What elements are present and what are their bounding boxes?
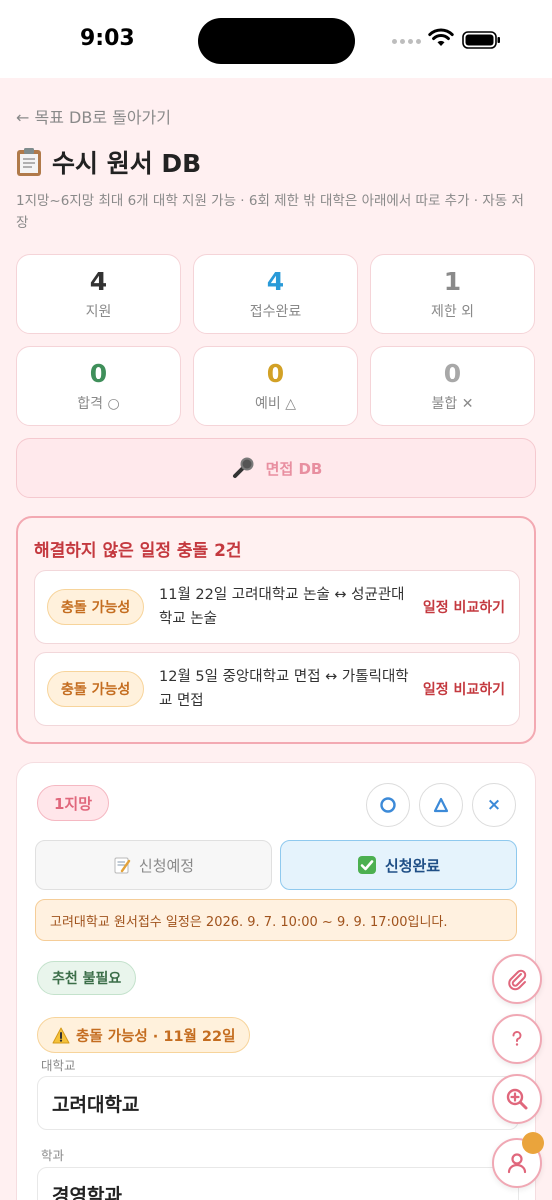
interview-db-label: 면접 DB xyxy=(265,459,323,478)
conflict-item: 충돌 가능성 12월 5일 중앙대학교 면접 ↔ 가톨릭대학교 면접 일정 비교… xyxy=(34,652,520,726)
stats-grid: 4 지원 4 접수완료 1 제한 외 0 합격 ○ 0 예비 △ 0 불합 ✕ xyxy=(16,254,536,426)
rank-badge: 1지망 xyxy=(37,785,110,821)
help-icon xyxy=(512,1031,522,1046)
page-subtitle: 1지망~6지망 최대 6개 대학 지원 가능 · 6회 제한 밖 대학은 아래에… xyxy=(16,193,524,231)
wifi-icon xyxy=(428,28,454,46)
conflict-tag[interactable]: 충돌 가능성 · 11월 22일 xyxy=(37,1017,251,1053)
status-done-button[interactable]: 신청완료 xyxy=(280,840,517,890)
circle-icon xyxy=(380,797,396,813)
zoom-in-icon xyxy=(506,1088,528,1110)
conflict-item: 충돌 가능성 11월 22일 고려대학교 논술 ↔ 성균관대학교 논술 일정 비… xyxy=(34,570,520,644)
stat-label: 불합 ✕ xyxy=(431,396,474,412)
notification-dot xyxy=(522,1132,544,1154)
close-icon: × xyxy=(486,795,502,815)
recommendation-tag[interactable]: 추천 불필요 xyxy=(37,961,137,995)
stat-label: 제한 외 xyxy=(430,304,475,320)
status-planned-button[interactable]: 신청예정 xyxy=(35,840,272,890)
dynamic-island xyxy=(198,18,355,64)
compare-schedule-link[interactable]: 일정 비교하기 xyxy=(423,679,505,699)
conflict-text: 12월 5일 중앙대학교 면접 ↔ 가톨릭대학교 면접 xyxy=(159,669,409,709)
warning-icon xyxy=(52,1027,70,1043)
result-waitlist-button[interactable] xyxy=(419,783,463,827)
stat-value: 0 xyxy=(266,359,285,388)
stat-label: 지원 xyxy=(85,304,112,320)
status-done-label: 신청완료 xyxy=(384,856,441,875)
major-field[interactable]: 경영학과 xyxy=(37,1167,519,1200)
cellular-signal-icon xyxy=(392,39,421,44)
zoom-in-fab[interactable] xyxy=(492,1074,542,1124)
stat-card-accepted[interactable]: 0 합격 ○ xyxy=(16,346,181,426)
university-field[interactable]: 고려대학교 xyxy=(37,1076,519,1130)
stat-card-applied[interactable]: 4 지원 xyxy=(16,254,181,334)
stat-card-waitlist[interactable]: 0 예비 △ xyxy=(193,346,358,426)
conflict-badge: 충돌 가능성 xyxy=(47,589,145,625)
page-content: ← 목표 DB로 돌아가기 수시 원서 DB 1지망~6지망 최대 6개 대학 … xyxy=(0,78,552,1200)
university-label: 대학교 xyxy=(41,1058,76,1073)
schedule-notice: 고려대학교 원서접수 일정은 2026. 9. 7. 10:00 ~ 9. 9.… xyxy=(35,899,517,941)
microphone-icon xyxy=(232,457,254,478)
conflict-text: 11월 22일 고려대학교 논술 ↔ 성균관대학교 논술 xyxy=(159,587,405,627)
conflict-title: 해결하지 않은 일정 충돌 2건 xyxy=(34,541,242,561)
stat-label: 예비 △ xyxy=(255,396,296,412)
help-fab[interactable] xyxy=(492,1014,542,1064)
stat-value: 0 xyxy=(89,359,108,388)
stat-label: 접수완료 xyxy=(249,304,302,320)
stat-card-rejected[interactable]: 0 불합 ✕ xyxy=(370,346,535,426)
paperclip-icon xyxy=(508,969,527,991)
interview-db-button[interactable]: 면접 DB xyxy=(16,438,536,498)
stat-value: 4 xyxy=(266,267,285,296)
back-link[interactable]: ← 목표 DB로 돌아가기 xyxy=(16,104,171,128)
title-row: 수시 원서 DB xyxy=(16,144,201,180)
attachment-fab[interactable] xyxy=(492,954,542,1004)
result-fail-button[interactable]: × xyxy=(472,783,516,827)
status-bar: 9:03 xyxy=(0,0,552,78)
profile-icon xyxy=(507,1153,527,1174)
application-card: 1지망 × 신청예정 신청완료 고려대학교 원서접수 일정은 2026. 9. … xyxy=(16,762,536,1200)
result-pass-button[interactable] xyxy=(366,783,410,827)
stat-value: 0 xyxy=(443,359,462,388)
battery-icon xyxy=(462,31,500,49)
memo-icon xyxy=(114,857,131,874)
conflict-tag-label: 충돌 가능성 · 11월 22일 xyxy=(76,1028,236,1045)
stat-card-submitted[interactable]: 4 접수완료 xyxy=(193,254,358,334)
stat-label: 합격 ○ xyxy=(77,396,120,412)
page-title: 수시 원서 DB xyxy=(52,149,202,178)
stat-card-outside-limit[interactable]: 1 제한 외 xyxy=(370,254,535,334)
stat-value: 1 xyxy=(443,267,462,296)
major-label: 학과 xyxy=(41,1148,65,1163)
check-box-icon xyxy=(357,856,376,874)
clipboard-icon xyxy=(17,148,41,176)
triangle-icon xyxy=(433,797,449,813)
stat-value: 4 xyxy=(89,267,108,296)
status-time: 9:03 xyxy=(80,26,135,51)
status-planned-label: 신청예정 xyxy=(138,856,195,875)
conflict-badge: 충돌 가능성 xyxy=(47,671,145,707)
compare-schedule-link[interactable]: 일정 비교하기 xyxy=(423,597,505,617)
conflict-panel: 해결하지 않은 일정 충돌 2건 충돌 가능성 11월 22일 고려대학교 논술… xyxy=(16,516,536,744)
